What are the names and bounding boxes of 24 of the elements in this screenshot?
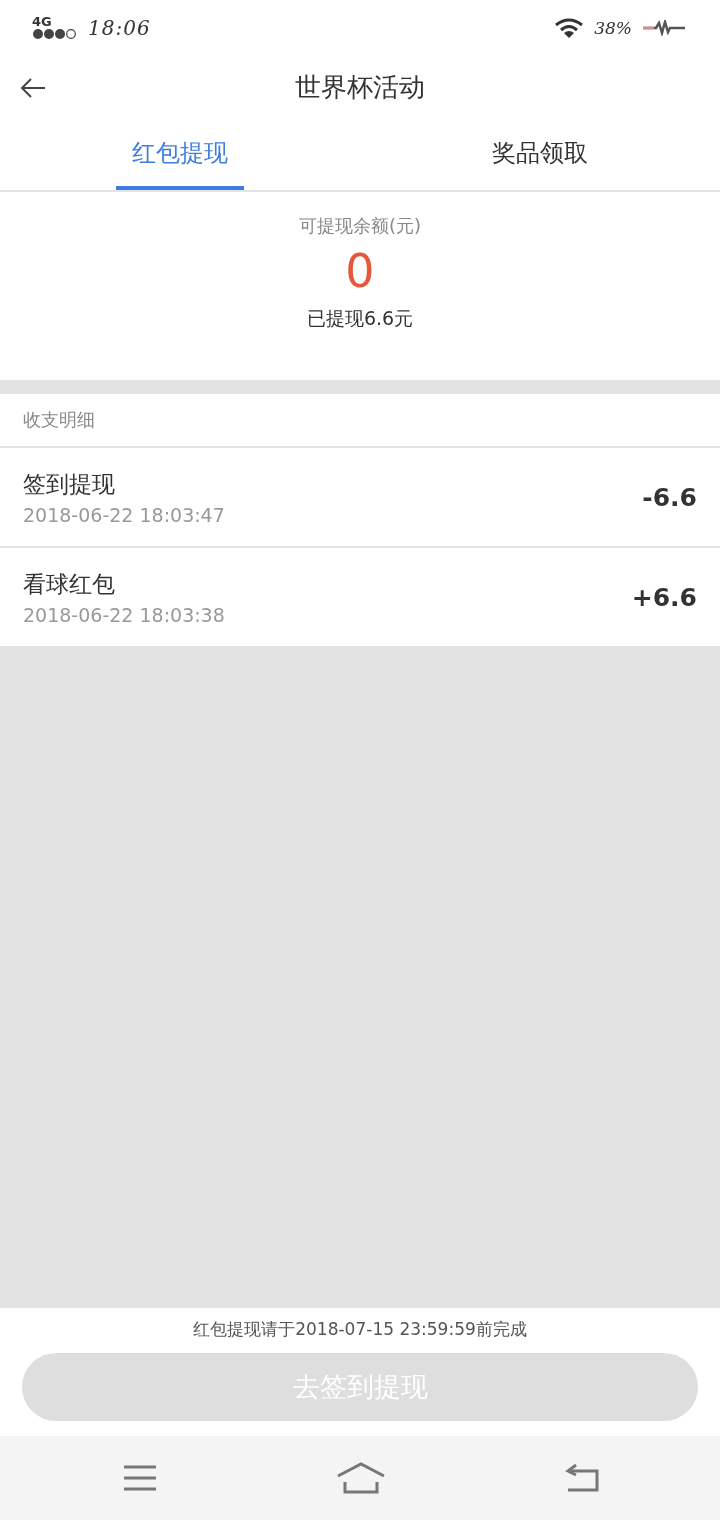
- signal-icon: [32, 28, 78, 40]
- record-amount: +6.6: [631, 582, 697, 612]
- record-name: 签到提现: [23, 469, 116, 499]
- network-type: 4G: [32, 15, 52, 28]
- menu-icon[interactable]: [123, 1465, 157, 1491]
- record-time: 2018-06-22 18:03:47: [23, 503, 225, 526]
- clock: 18:06: [88, 15, 151, 40]
- wifi-icon: [554, 16, 585, 39]
- record-name: 看球红包: [23, 569, 116, 599]
- section-title: 收支明细: [23, 408, 95, 432]
- page-title: 世界杯活动: [295, 71, 425, 104]
- home-icon[interactable]: [335, 1462, 386, 1494]
- withdrawn-total: 已提现6.6元: [306, 306, 414, 331]
- battery-percent: 38%: [594, 17, 632, 38]
- heartbeat-icon: [642, 19, 686, 36]
- tab[interactable]: 奖品领取: [476, 120, 604, 190]
- tab[interactable]: 红包提现: [116, 120, 244, 190]
- balance-label: 可提现余额(元): [298, 214, 421, 238]
- deadline-notice: 红包提现请于2018-07-15 23:59:59前完成: [193, 1318, 527, 1341]
- record-amount: -6.6: [642, 482, 697, 512]
- record-time: 2018-06-22 18:03:38: [23, 603, 225, 626]
- back-icon[interactable]: [20, 77, 46, 99]
- balance-amount: 0: [345, 244, 375, 298]
- back-nav-icon[interactable]: [564, 1463, 600, 1493]
